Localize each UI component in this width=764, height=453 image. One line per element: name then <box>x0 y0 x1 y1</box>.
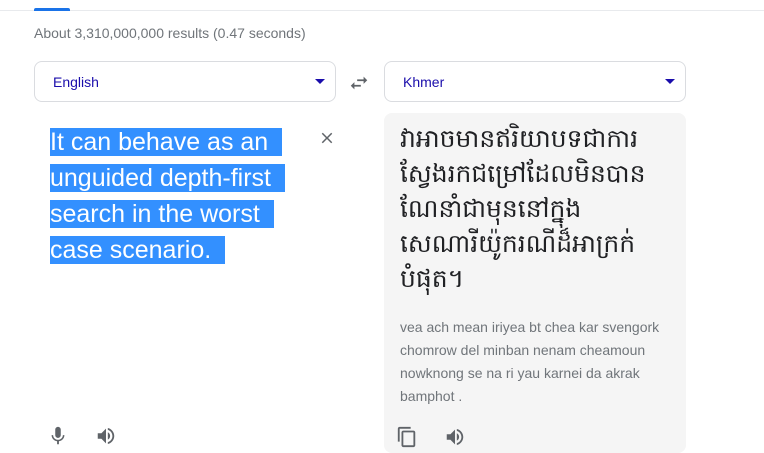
microphone-icon <box>51 426 65 445</box>
copy-translation-button[interactable] <box>395 425 419 449</box>
caret-down-icon <box>665 79 675 84</box>
listen-source-button[interactable] <box>94 424 118 448</box>
target-language-select[interactable]: Khmer <box>384 61 686 102</box>
caret-down-icon <box>315 79 325 84</box>
speaker-icon <box>97 427 115 445</box>
results-stats: About 3,310,000,000 results (0.47 second… <box>34 25 306 41</box>
source-text-selection: It can behave as an unguided depth-first… <box>50 128 285 264</box>
swap-languages-button[interactable] <box>346 70 372 96</box>
voice-input-button[interactable] <box>46 424 70 448</box>
translation-panel: វាអាចមានឥរិយាបទជាការស្វែងរកជម្រៅដែលមិនបា… <box>384 113 686 453</box>
swap-arrows-icon <box>350 76 368 90</box>
translation-text: វាអាចមានឥរិយាបទជាការស្វែងរកជម្រៅដែលមិនបា… <box>400 125 646 293</box>
source-text-input[interactable]: It can behave as an unguided depth-first… <box>50 124 285 268</box>
source-language-select[interactable]: English <box>34 61 336 102</box>
listen-translation-button[interactable] <box>443 425 467 449</box>
close-icon <box>321 132 333 144</box>
speaker-icon <box>446 428 464 446</box>
header-divider <box>0 10 764 11</box>
active-tab-indicator <box>34 8 70 11</box>
clear-source-button[interactable] <box>314 125 340 151</box>
source-language-label: English <box>53 73 99 90</box>
transliteration-text: vea ach mean iriyea bt chea kar svengork… <box>400 319 660 404</box>
target-language-label: Khmer <box>403 73 445 90</box>
copy-icon <box>397 426 416 448</box>
